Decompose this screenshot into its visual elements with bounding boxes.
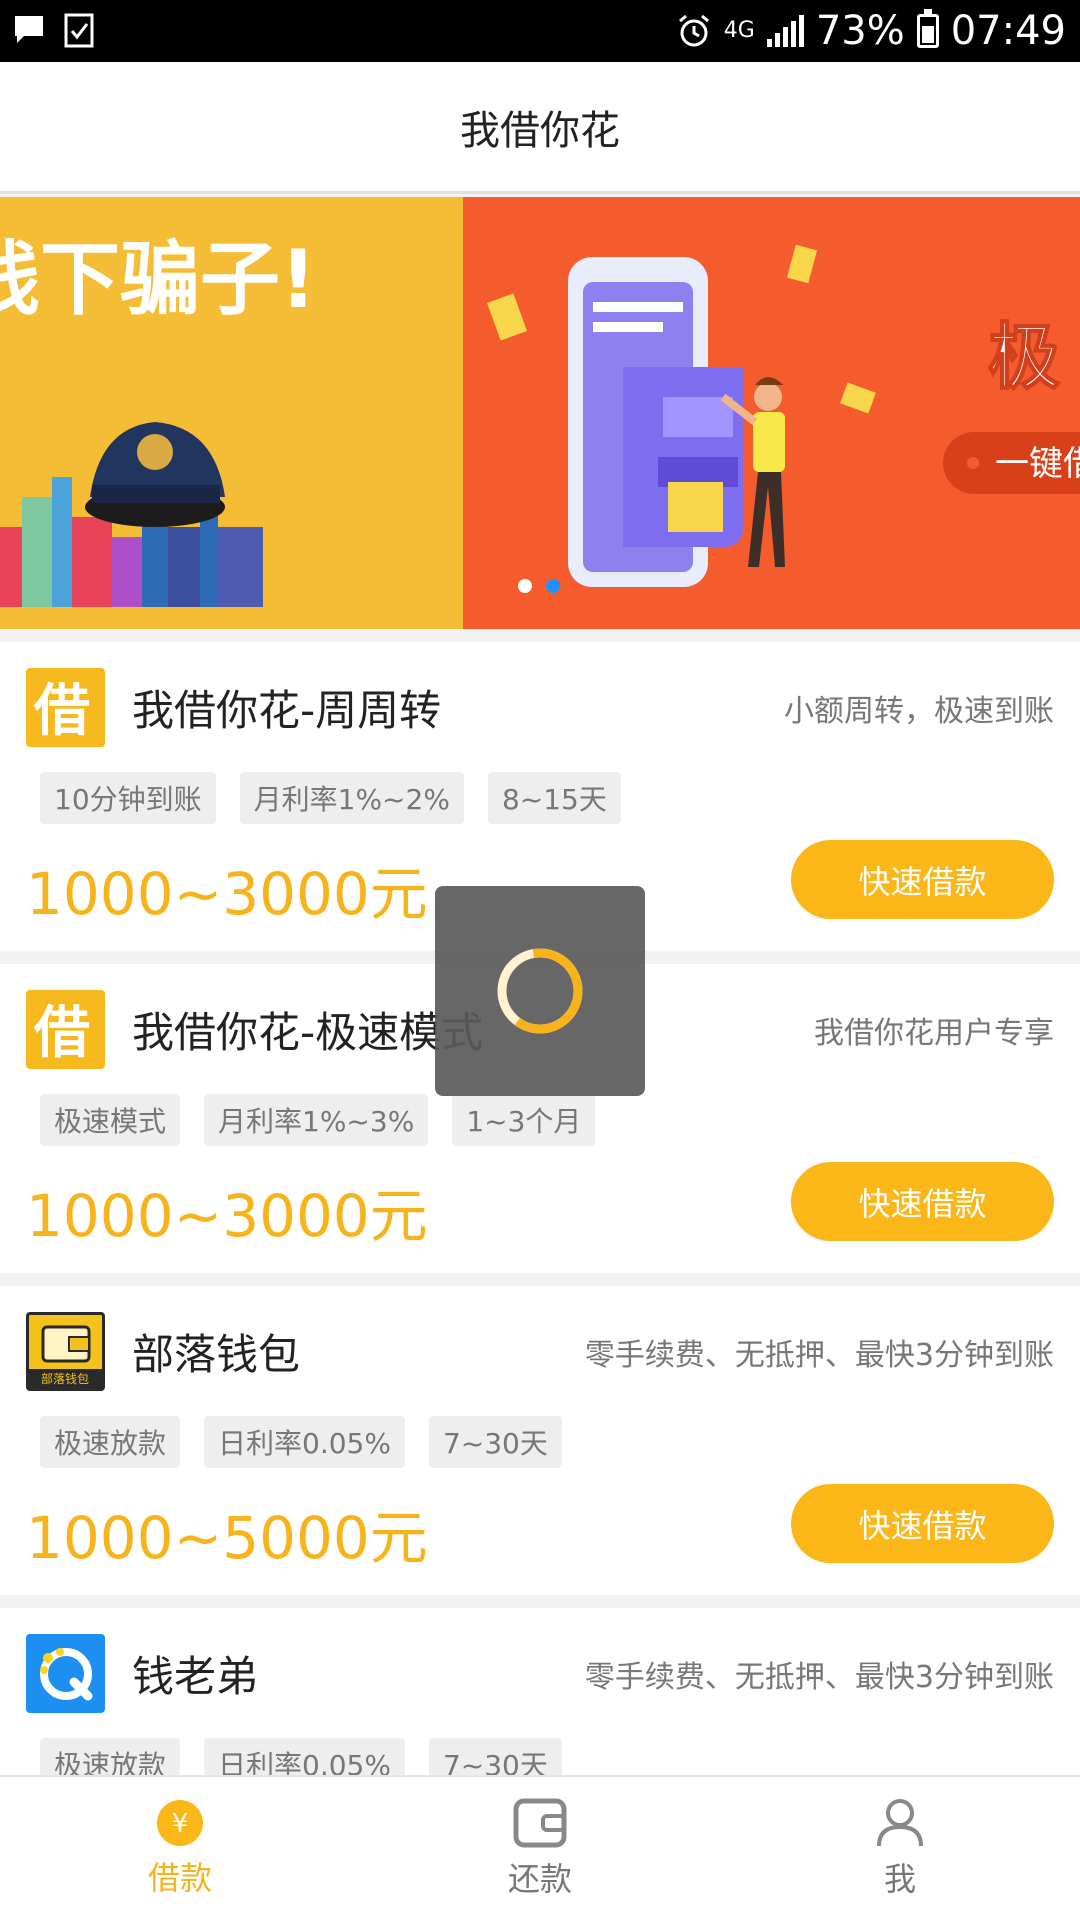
product-tag: 极速放款 [40,1416,181,1468]
product-slogan: 零手续费、无抵押、最快3分钟到账 [584,1660,1054,1695]
loan-amount-range: 1000~3000元 [26,860,428,928]
banner-carousel[interactable]: 线下骗子! [0,197,1080,629]
battery-icon [916,9,939,48]
product-slogan: 零手续费、无抵押、最快3分钟到账 [584,1338,1054,1373]
status-bar: 4G 73% 07:49 [0,0,1080,62]
banner-dot-2-active[interactable] [546,579,560,593]
product-name: 我借你花-极速模式 [132,1008,484,1057]
svg-text:借: 借 [33,1001,90,1066]
jie-logo-icon: 借 [26,990,105,1069]
loan-product-card[interactable]: 钱老弟 零手续费、无抵押、最快3分钟到账 极速放款 日利率0.05% 7~30天 [0,1608,1080,1775]
banner-pagination [518,579,560,593]
product-slogan: 我借你花用户专享 [814,1016,1054,1051]
banner-dot-1[interactable] [518,579,532,593]
signal-icon [766,15,804,47]
product-tags: 10分钟到账 月利率1%~2% 8~15天 [40,772,621,824]
product-name: 钱老弟 [132,1652,259,1701]
wallet-brand-logo-icon: 部落钱包 [26,1312,105,1391]
clock: 07:49 [950,8,1066,54]
product-name: 部落钱包 [132,1330,301,1379]
quick-loan-button[interactable]: 快速借款 [791,1484,1054,1563]
product-slogan: 小额周转，极速到账 [784,694,1054,729]
svg-text:部落钱包: 部落钱包 [41,1371,89,1386]
jie-logo-icon: 借 [26,668,105,747]
product-tags: 极速放款 日利率0.05% 7~30天 [40,1416,562,1468]
product-tags: 极速放款 日利率0.05% 7~30天 [40,1738,562,1775]
banner-headline-text: 线下骗子! [0,233,316,326]
product-tag: 极速放款 [40,1738,181,1775]
page-title: 我借你花 [460,107,620,154]
yen-coin-icon: ¥ [157,1799,203,1846]
svg-text:¥: ¥ [172,1809,189,1839]
person-icon [877,1798,923,1846]
tab-me[interactable]: 我 [720,1777,1080,1920]
product-tag: 极速模式 [40,1094,181,1146]
tab-loan[interactable]: ¥ 借款 [0,1777,360,1920]
tab-loan-label: 借款 [147,1858,212,1897]
quick-loan-button[interactable]: 快速借款 [791,1162,1054,1241]
battery-percent: 73% [815,8,905,54]
title-bar: 我借你花 [0,62,1080,194]
product-tag: 8~15天 [487,772,621,824]
banner-phone-illustration: 极 一键借 [487,244,1080,587]
product-tag: 1~3个月 [452,1094,596,1146]
product-tag: 日利率0.05% [204,1416,405,1468]
task-check-icon [64,13,94,48]
product-tag: 7~30天 [428,1738,562,1775]
network-type: 4G [723,18,755,43]
alarm-icon [678,14,709,47]
loading-spinner-icon [497,948,583,1034]
product-tag: 日利率0.05% [204,1738,405,1775]
message-icon [15,16,43,43]
product-tag: 10分钟到账 [40,772,216,824]
tab-repay[interactable]: 还款 [360,1777,720,1920]
product-tag: 7~30天 [428,1416,562,1468]
tab-repay-label: 还款 [507,1859,572,1898]
banner-right-headline: 极 [988,315,1060,399]
product-tags: 极速模式 月利率1%~3% 1~3个月 [40,1094,596,1146]
quick-loan-button[interactable]: 快速借款 [791,840,1054,919]
product-tag: 月利率1%~3% [204,1094,429,1146]
banner-right-pill-text: 一键借 [995,444,1080,484]
bottom-nav: ¥ 借款 还款 我 [0,1775,1080,1920]
wallet-icon [513,1798,567,1847]
banner-slide-police[interactable]: 线下骗子! [0,197,463,629]
loan-product-card[interactable]: 部落钱包 部落钱包 零手续费、无抵押、最快3分钟到账 极速放款 日利率0.05%… [0,1286,1080,1595]
banner-slide-fast-loan[interactable]: 极 一键借 [463,197,1080,629]
tab-me-label: 我 [883,1859,916,1898]
loading-overlay [435,886,645,1096]
loan-amount-range: 1000~3000元 [26,1182,428,1250]
product-name: 我借你花-周周转 [132,686,442,735]
svg-text:借: 借 [33,679,90,744]
loan-amount-range: 1000~5000元 [26,1504,428,1572]
q-brand-logo-icon [26,1634,105,1713]
banner-police-illustration: 线下骗子! [0,233,316,607]
product-tag: 月利率1%~2% [239,772,464,824]
